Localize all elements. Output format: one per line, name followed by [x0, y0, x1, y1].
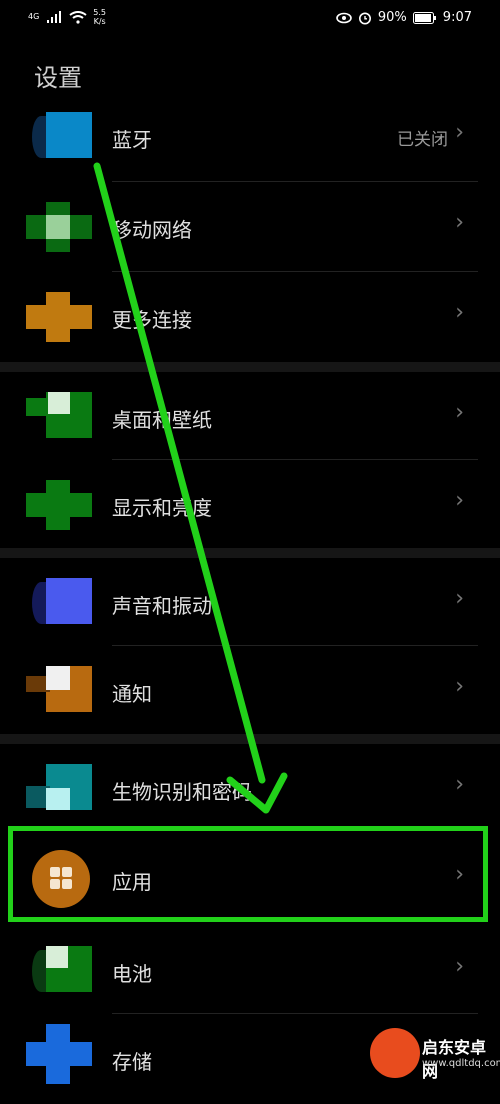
settings-item-biometrics-password[interactable]: 生物识别和密码 ›: [0, 744, 500, 834]
status-bar: 4G 5.5 K/s 90% 9:07: [0, 0, 500, 40]
chevron-right-icon: ›: [455, 488, 464, 513]
clock: 9:07: [442, 10, 472, 25]
desktop-wallpaper-icon: [26, 392, 92, 442]
biometrics-icon: [26, 764, 92, 814]
battery-icon: [412, 11, 436, 24]
chevron-right-icon: ›: [455, 674, 464, 699]
chevron-right-icon: ›: [455, 954, 464, 979]
network-type: 4G: [28, 12, 40, 21]
settings-item-label: 声音和振动: [112, 594, 212, 618]
watermark-logo-icon: [370, 1028, 420, 1078]
settings-item-display-brightness[interactable]: 显示和亮度 ›: [0, 460, 500, 548]
chevron-right-icon: ›: [455, 400, 464, 425]
network-speed: 5.5 K/s: [93, 8, 107, 26]
settings-item-label: 生物识别和密码: [112, 780, 252, 804]
watermark-logo: 启东安卓网 www.qdltdq.com: [370, 1028, 500, 1084]
settings-item-more-connections[interactable]: 更多连接 ›: [0, 272, 500, 362]
section-divider: [0, 734, 500, 744]
storage-icon: [26, 1024, 92, 1084]
bluetooth-status: 已关闭: [397, 130, 448, 150]
chevron-right-icon: ›: [455, 300, 464, 325]
settings-item-label: 更多连接: [112, 308, 192, 332]
display-brightness-icon: [26, 480, 92, 530]
settings-item-label: 通知: [112, 682, 152, 706]
settings-item-label: 电池: [112, 962, 152, 986]
settings-item-desktop-wallpaper[interactable]: 桌面和壁纸 ›: [0, 372, 500, 460]
section-divider: [0, 362, 500, 372]
chevron-right-icon: ›: [455, 586, 464, 611]
battery-setting-icon: [26, 946, 92, 996]
notifications-icon: [26, 666, 92, 716]
mobile-network-icon: [26, 202, 92, 252]
bluetooth-icon: [26, 112, 92, 162]
settings-item-label: 移动网络: [112, 218, 192, 242]
settings-list: 蓝牙 已关闭 › 移动网络 › 更多连接 › 桌面和壁纸 › 显示和亮度 › 声…: [0, 92, 500, 1104]
wifi-icon: [69, 10, 87, 24]
settings-item-label: 蓝牙: [112, 128, 152, 152]
battery-percent: 90%: [377, 10, 407, 25]
settings-item-label: 桌面和壁纸: [112, 408, 212, 432]
settings-item-notifications[interactable]: 通知 ›: [0, 646, 500, 734]
eye-icon: [336, 12, 352, 23]
alarm-icon: [358, 12, 371, 24]
settings-item-label: 存储: [112, 1050, 152, 1074]
more-connections-icon: [26, 292, 92, 342]
settings-item-sound-vibration[interactable]: 声音和振动 ›: [0, 558, 500, 646]
page-title: 设置: [34, 64, 82, 92]
settings-item-mobile-network[interactable]: 移动网络 ›: [0, 182, 500, 272]
signal-icon: [47, 11, 62, 23]
chevron-right-icon: ›: [455, 120, 464, 145]
settings-item-battery[interactable]: 电池 ›: [0, 926, 500, 1014]
settings-item-bluetooth[interactable]: 蓝牙 已关闭 ›: [0, 92, 500, 182]
chevron-right-icon: ›: [455, 772, 464, 797]
sound-vibration-icon: [26, 578, 92, 628]
settings-item-label: 显示和亮度: [112, 496, 212, 520]
highlight-box: [8, 826, 488, 922]
chevron-right-icon: ›: [455, 210, 464, 235]
section-divider: [0, 548, 500, 558]
